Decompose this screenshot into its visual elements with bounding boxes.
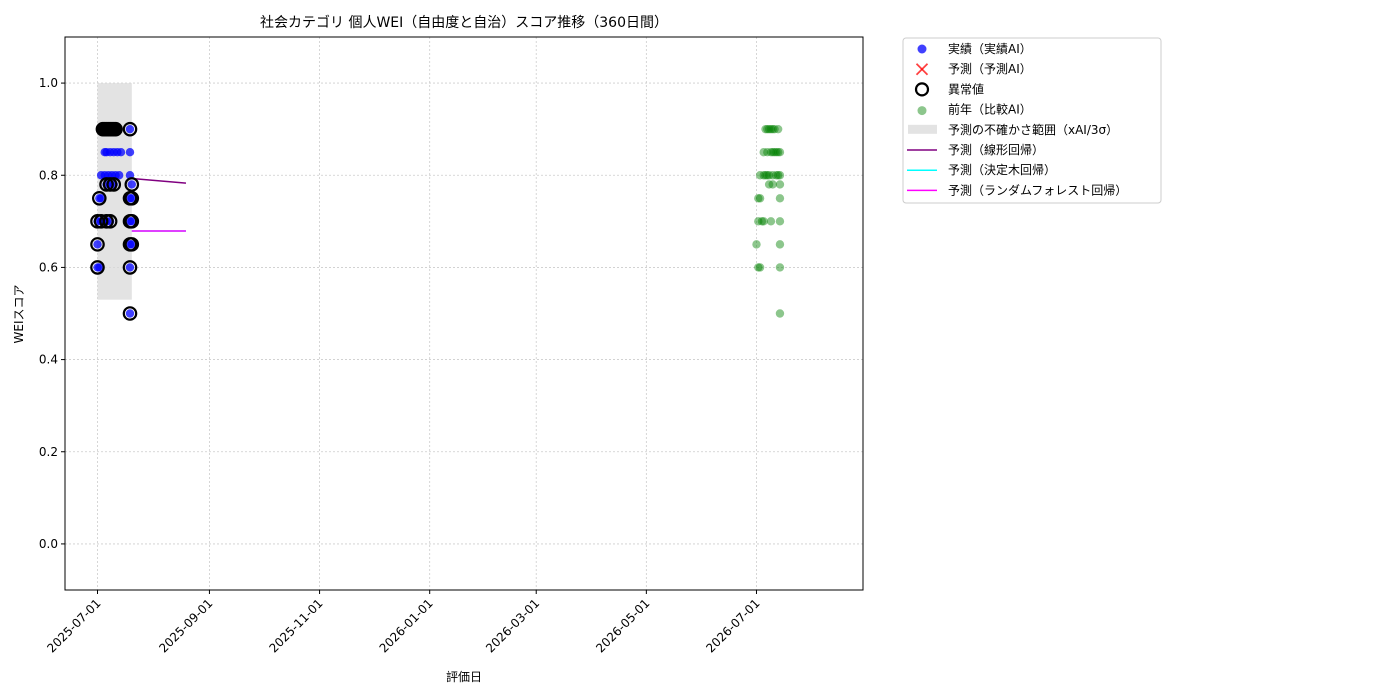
actual-point: [125, 148, 135, 157]
y-axis-label: WEIスコア: [12, 285, 26, 344]
legend: 実績（実績AI） 予測（予測AI） 異常値前年（比較AI） 予測の不確かさ範囲（xAI…: [902, 37, 1162, 204]
grid: [65, 37, 863, 590]
legend-marker-previous-year: [917, 106, 927, 116]
legend-label: 予測（予測AI）: [948, 62, 1032, 76]
x-axis-label: 評価日: [446, 669, 482, 684]
previous-year-point: [759, 217, 768, 226]
legend-marker-actual: [917, 44, 927, 54]
x-tick-label: 2026-01-01: [377, 596, 436, 655]
data-point-layer: [93, 124, 785, 318]
y-tick-label: 0.8: [39, 168, 58, 182]
actual-point: [125, 263, 135, 272]
actual-point: [127, 180, 137, 189]
previous-year-point: [755, 194, 765, 203]
legend-label: 予測の不確かさ範囲（xAI/3σ）: [948, 122, 1118, 137]
legend-label: 前年（比較AI）: [948, 102, 1032, 117]
regression-line: [131, 177, 187, 184]
legend-label: 予測（決定木回帰）: [948, 162, 1056, 177]
legend-frame: [902, 37, 1162, 204]
x-tick-label: 2026-05-01: [593, 596, 652, 655]
x-tick-label: 2026-03-01: [483, 596, 542, 655]
actual-point: [125, 309, 135, 318]
legend-marker-uncertainty: [908, 124, 937, 134]
previous-year-point: [775, 217, 785, 226]
previous-year-point: [752, 240, 761, 249]
previous-year-point: [766, 217, 776, 226]
legend-label: 実績（実績AI）: [948, 41, 1032, 56]
y-tick-label: 0.0: [39, 537, 58, 551]
actual-point: [93, 240, 102, 249]
previous-year-point: [775, 240, 785, 249]
legend-label: 予測（ランダムフォレスト回帰）: [948, 182, 1127, 197]
x-tick-label: 2026-07-01: [703, 596, 762, 655]
legend-label: 予測（線形回帰）: [948, 142, 1044, 157]
previous-year-point: [775, 171, 785, 180]
regression-line-layer: [131, 177, 187, 232]
chart-title: 社会カテゴリ 個人WEI（自由度と自治）スコア推移（360日間）: [260, 14, 668, 31]
axes: 0.0 0.2 0.4 0.6 0.8 1.0 2025-07-01 2025-09-01 20…: [39, 76, 763, 655]
previous-year-point: [755, 263, 765, 272]
chart: 社会カテゴリ 個人WEI（自由度と自治）スコア推移（360日間） 0.00.20…: [12, 14, 1162, 684]
x-tick-label: 2025-11-01: [266, 596, 325, 655]
previous-year-point: [773, 124, 783, 134]
previous-year-point: [775, 180, 785, 189]
previous-year-point: [775, 194, 785, 203]
legend-label: 異常値: [948, 81, 984, 96]
previous-year-point: [775, 263, 785, 272]
y-tick-label: 0.2: [39, 445, 58, 459]
x-tick-label: 2025-09-01: [156, 596, 215, 655]
previous-year-point: [768, 180, 777, 189]
plot-frame: [64, 36, 864, 591]
previous-year-point: [775, 309, 785, 318]
x-tick-label: 2025-07-01: [44, 596, 103, 655]
y-tick-label: 0.6: [39, 260, 58, 274]
previous-year-point: [775, 148, 785, 157]
actual-point: [125, 124, 135, 134]
y-tick-label: 1.0: [39, 76, 58, 90]
y-tick-label: 0.4: [39, 353, 58, 367]
actual-point: [116, 148, 126, 157]
